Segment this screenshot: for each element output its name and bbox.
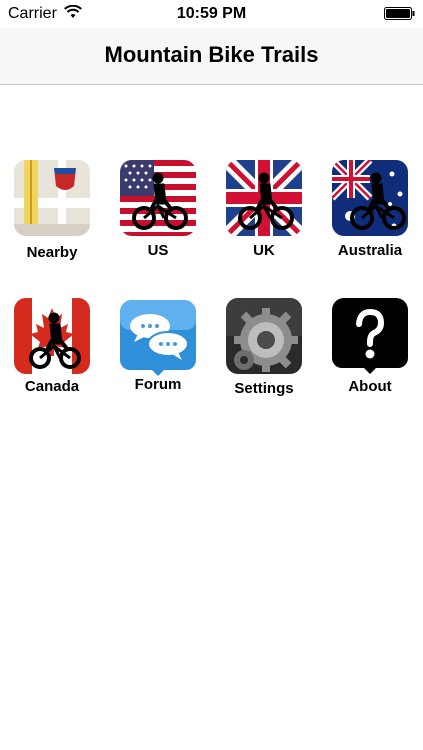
tile-settings[interactable]: Settings	[214, 298, 314, 408]
australia-flag-rider-icon	[332, 160, 408, 236]
chat-bubbles-icon	[120, 300, 196, 376]
gear-icon	[226, 298, 302, 374]
canada-flag-rider-icon	[14, 298, 90, 374]
tile-canada[interactable]: Canada	[2, 298, 102, 408]
tile-nearby[interactable]: Nearby	[2, 160, 102, 270]
us-flag-rider-icon	[120, 160, 196, 236]
question-mark-icon	[332, 298, 408, 374]
tile-label: UK	[253, 242, 275, 259]
tile-forum[interactable]: Forum	[108, 298, 208, 408]
uk-flag-rider-icon	[226, 160, 302, 236]
tile-label: Australia	[337, 242, 403, 259]
tile-uk[interactable]: UK	[214, 160, 314, 270]
tile-label: US	[147, 242, 169, 259]
tile-label: Canada	[24, 378, 80, 395]
tile-us[interactable]: US	[108, 160, 208, 270]
tile-label: Forum	[134, 376, 182, 393]
tile-label: Settings	[234, 380, 294, 397]
map-icon	[14, 160, 90, 236]
tile-label: About	[348, 378, 392, 395]
tile-australia[interactable]: Australia	[320, 160, 420, 270]
tile-about[interactable]: About	[320, 298, 420, 408]
tile-label: Nearby	[26, 244, 78, 261]
icon-grid: Nearby US UK Australia Canada Forum Sett…	[0, 0, 423, 750]
